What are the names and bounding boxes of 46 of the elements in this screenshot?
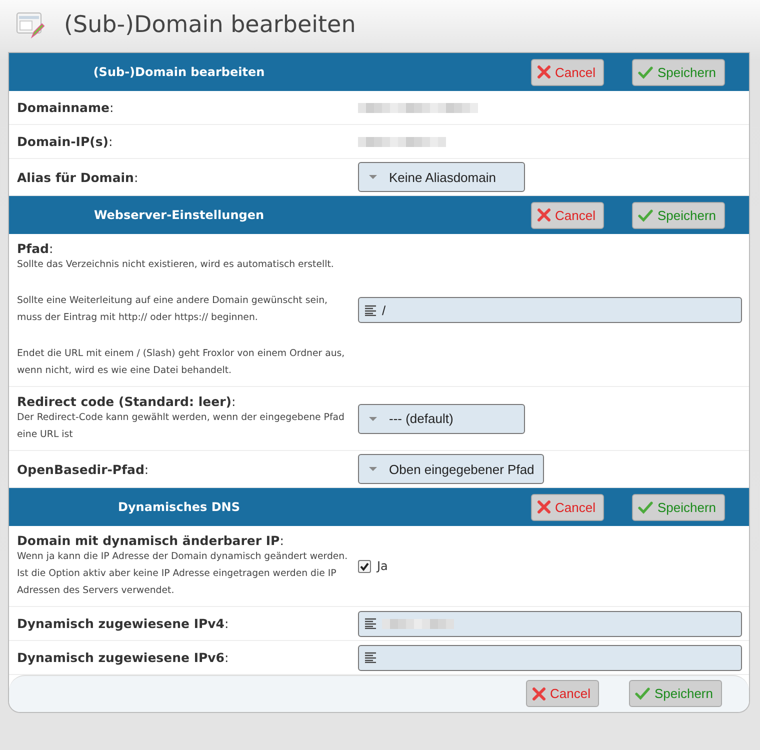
field-description: Sollte eine Weiterleitung auf eine andere Domain gewünscht sein, muss der Eintrag mit http:// oder https:// beginnen. [17, 294, 329, 325]
field-description: Der Redirect-Code kann gewählt werden, wenn der eingegebene Pfad eine URL ist [17, 411, 346, 442]
input-field[interactable]: / [358, 297, 742, 323]
dropdown[interactable]: Oben eingegebener Pfad [358, 454, 544, 484]
field-description: Wenn ja kann die IP Adresse der Domain dynamisch geändert werden. Ist die Option aktiv aber keine IP Adresse eingetragen werden die IP Adressen des Servers verwendet. [17, 550, 349, 598]
section-title: (Sub-)Domain bearbeiten [92, 65, 266, 79]
section-title: Dynamisches DNS [117, 500, 241, 514]
checkmark-icon [635, 687, 650, 700]
cancel-button[interactable]: Cancel [526, 680, 600, 707]
field-description: Endet die URL mit einem / (Slash) geht Froxlor von einem Ordner aus, wenn nicht, wird es wie eine Datei behandelt. [17, 347, 346, 378]
checkbox-label: Ja [377, 559, 388, 573]
cancel-button[interactable]: Cancel [531, 58, 604, 86]
dropdown[interactable]: Keine Aliasdomain [358, 162, 525, 192]
close-icon [537, 65, 551, 79]
checkmark-icon [638, 208, 654, 222]
field-label: Domain mit dynamisch änderbarer IP: [17, 533, 285, 548]
input-field[interactable] [358, 644, 742, 670]
save-button[interactable]: Speichern [629, 680, 722, 707]
save-button[interactable]: Speichern [632, 202, 726, 228]
field-label: OpenBasedir-Pfad: [17, 462, 150, 476]
field-label: Pfad: [17, 241, 54, 256]
field-label: Domain-IP(s): [17, 134, 114, 149]
text-lines-icon [365, 618, 376, 629]
close-icon [537, 208, 551, 222]
page-title: (Sub-)Domain bearbeiten [64, 12, 356, 38]
dropdown[interactable]: --- (default) [358, 404, 525, 434]
cancel-button[interactable]: Cancel [531, 202, 604, 228]
field-label: Dynamisch zugewiesene IPv6: [17, 650, 230, 665]
save-button[interactable]: Speichern [632, 494, 726, 520]
input-field[interactable] [358, 610, 742, 636]
field-label: Dynamisch zugewiesene IPv4: [17, 616, 230, 631]
edit-window-icon [16, 11, 46, 39]
cancel-button[interactable]: Cancel [531, 494, 604, 520]
section-title: Webserver-Einstellungen [92, 208, 266, 222]
checkmark-icon [638, 500, 654, 514]
text-lines-icon [365, 652, 376, 663]
checkbox[interactable] [358, 560, 371, 572]
close-icon [532, 686, 546, 700]
close-icon [537, 500, 551, 514]
save-button[interactable]: Speichern [632, 58, 726, 86]
field-label: Redirect code (Standard: leer): [17, 394, 237, 409]
text-lines-icon [365, 304, 376, 316]
checkmark-icon [638, 66, 654, 78]
field-label: Alias für Domain: [17, 170, 140, 184]
field-description: Sollte das Verzeichnis nicht existieren, wird es automatisch erstellt. [17, 258, 335, 272]
field-label: Domainname: [17, 100, 115, 115]
